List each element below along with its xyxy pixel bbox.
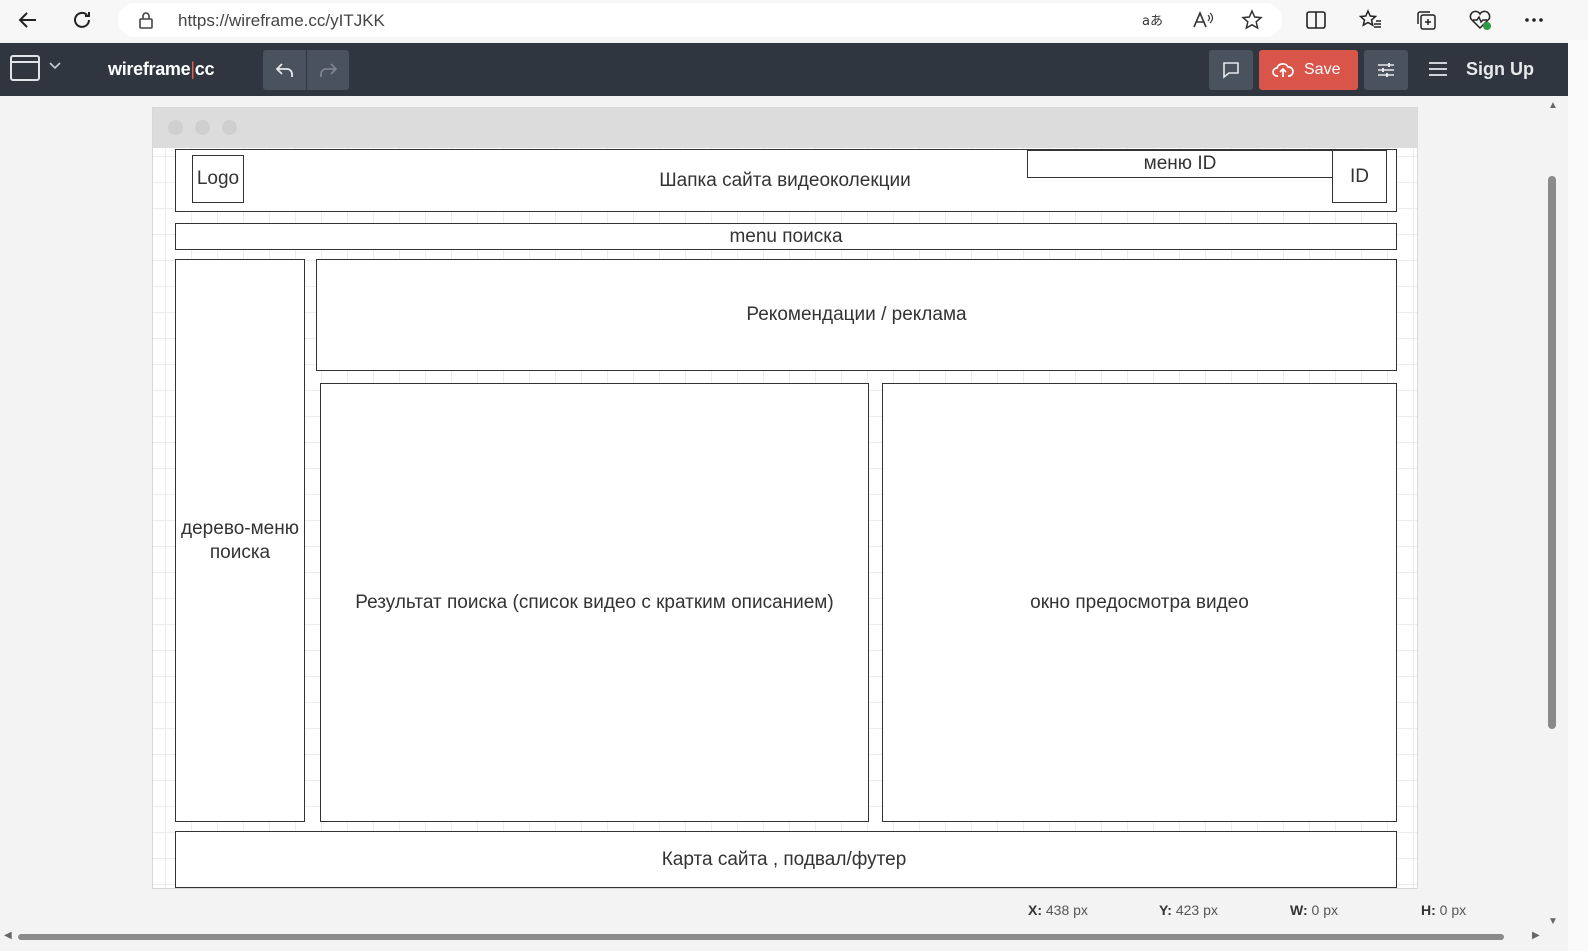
footer-box[interactable]: Карта сайта , подвал/футер <box>175 831 1397 888</box>
tree-menu-label: дерево-меню поиска <box>181 517 299 563</box>
status-w-value: 0 px <box>1311 902 1338 918</box>
chevron-down-icon[interactable] <box>49 59 61 73</box>
save-label: Save <box>1304 61 1341 78</box>
sign-up-link[interactable]: Sign Up <box>1466 59 1534 80</box>
refresh-icon[interactable] <box>66 4 98 36</box>
vertical-scroll-thumb[interactable] <box>1548 176 1556 729</box>
read-aloud-icon[interactable] <box>1190 8 1216 32</box>
canvas-window-titlebar <box>153 108 1417 148</box>
brand-suffix: cc <box>194 59 215 79</box>
status-y-label: Y: <box>1159 902 1172 918</box>
settings-button[interactable] <box>1364 50 1408 90</box>
status-y-value: 423 px <box>1175 902 1218 918</box>
history-group <box>263 50 349 90</box>
lock-icon <box>138 11 154 34</box>
recommendations-box[interactable]: Рекомендации / реклама <box>316 259 1397 371</box>
search-menu-box[interactable]: menu поиска <box>175 223 1397 250</box>
window-dot <box>222 120 237 135</box>
status-x-label: X: <box>1028 902 1042 918</box>
split-screen-icon[interactable] <box>1301 5 1331 35</box>
comment-button[interactable] <box>1209 50 1253 90</box>
window-edge <box>1568 40 1588 951</box>
id-box[interactable]: ID <box>1332 150 1387 203</box>
save-button[interactable]: Save <box>1259 50 1358 90</box>
back-icon[interactable] <box>12 4 44 36</box>
recommendations-label: Рекомендации / реклама <box>746 304 967 326</box>
address-bar[interactable]: https://wireframe.cc/yITJKK aあ <box>118 3 1282 37</box>
status-h: H: 0 px <box>1421 902 1466 918</box>
scroll-right-icon[interactable]: ▶ <box>1532 930 1540 941</box>
scroll-left-icon[interactable]: ◀ <box>4 930 12 941</box>
redo-button[interactable] <box>306 50 349 90</box>
tree-menu-box[interactable]: дерево-меню поиска <box>175 259 305 822</box>
logo-label: Logo <box>196 168 240 190</box>
brand-name: wireframe <box>108 59 191 79</box>
search-results-box[interactable]: Результат поиска (список видео с кратким… <box>320 383 869 822</box>
status-w-label: W: <box>1290 902 1308 918</box>
url-text: https://wireframe.cc/yITJKK <box>178 11 385 30</box>
search-results-label: Результат поиска (список видео с кратким… <box>355 591 834 613</box>
translate-icon[interactable]: aあ <box>1140 8 1166 32</box>
id-label: ID <box>1350 165 1369 187</box>
svg-text:aあ: aあ <box>1142 14 1163 29</box>
status-x: X: 438 px <box>1028 902 1088 918</box>
window-dot <box>195 120 210 135</box>
cloud-upload-icon <box>1272 63 1294 77</box>
browser-essentials-icon[interactable] <box>1465 5 1495 35</box>
status-h-value: 0 px <box>1439 902 1467 918</box>
logo-box[interactable]: Logo <box>192 155 244 203</box>
horizontal-scroll-thumb[interactable] <box>18 934 1504 940</box>
search-menu-label: menu поиска <box>729 225 843 247</box>
favorite-star-icon[interactable] <box>1239 8 1265 32</box>
browser-toolbar: https://wireframe.cc/yITJKK aあ <box>0 0 1588 40</box>
hamburger-menu-icon[interactable] <box>1424 55 1452 83</box>
status-w: W: 0 px <box>1290 902 1338 918</box>
status-x-value: 438 px <box>1045 902 1088 918</box>
menu-id-box[interactable]: меню ID <box>1027 150 1333 178</box>
comment-icon <box>1223 62 1239 79</box>
undo-button[interactable] <box>263 50 306 90</box>
status-y: Y: 423 px <box>1159 902 1218 918</box>
video-preview-label: окно предосмотра видео <box>1030 591 1249 613</box>
footer-label: Карта сайта , подвал/футер <box>661 848 907 870</box>
favorites-icon[interactable] <box>1356 5 1386 35</box>
status-h-label: H: <box>1421 902 1436 918</box>
header-label: Шапка сайта видеоколекции <box>659 169 911 191</box>
brand-logo[interactable]: wireframe|cc <box>108 59 214 80</box>
menu-id-label: меню ID <box>1143 153 1217 175</box>
page-switcher-icon[interactable] <box>10 55 40 81</box>
window-dot <box>168 120 183 135</box>
sliders-icon <box>1378 63 1394 77</box>
app-toolbar: wireframe|cc Save Sign Up <box>0 43 1568 96</box>
collections-icon[interactable] <box>1411 5 1441 35</box>
scroll-up-icon[interactable]: ▲ <box>1548 100 1558 111</box>
scroll-down-icon[interactable]: ▼ <box>1548 916 1558 927</box>
more-options-icon[interactable] <box>1519 5 1549 35</box>
video-preview-box[interactable]: окно предосмотра видео <box>882 383 1397 822</box>
